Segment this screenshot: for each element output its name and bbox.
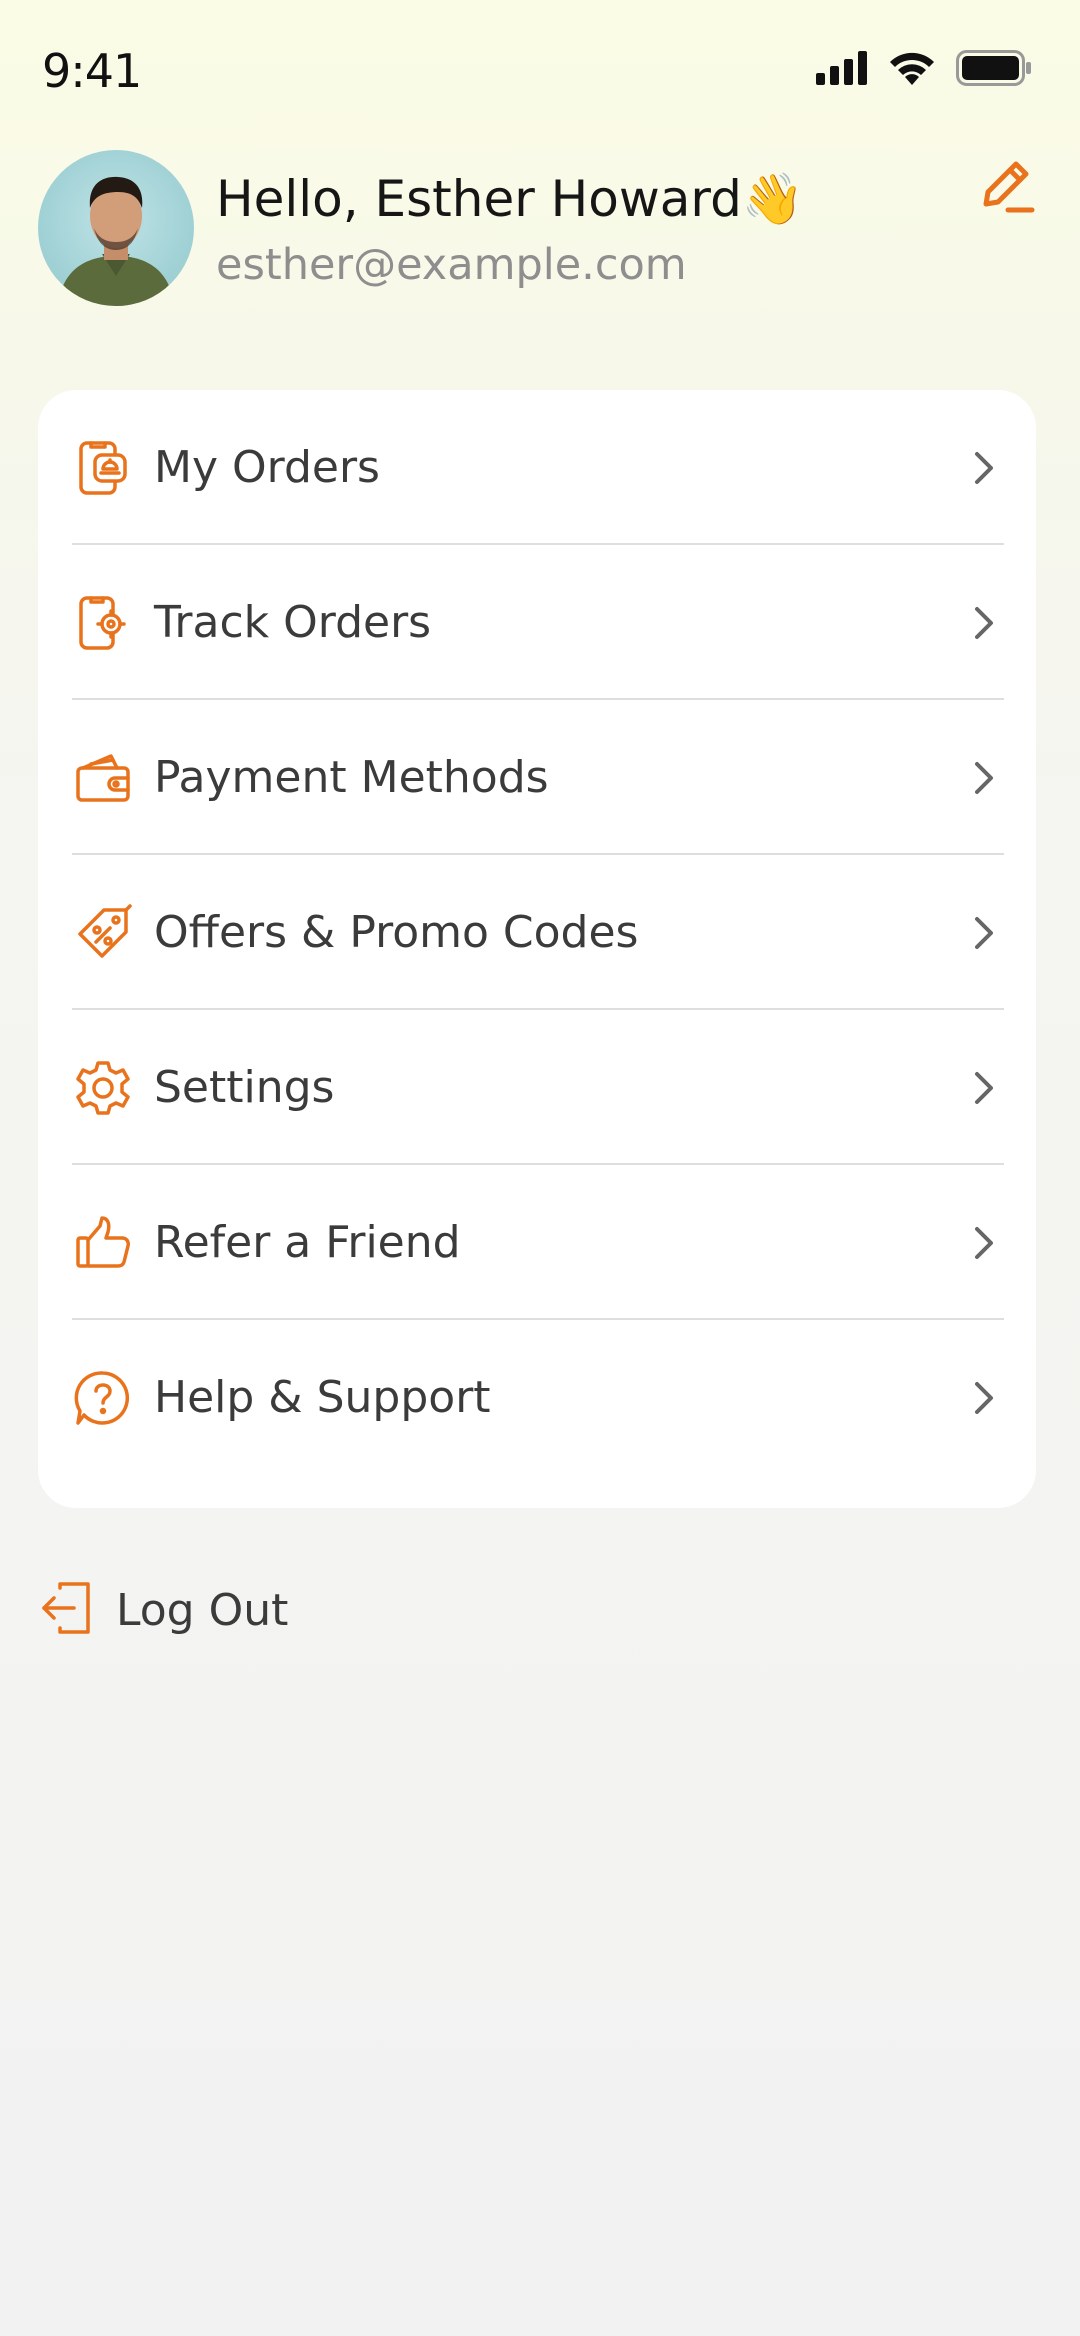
- chevron-right-icon: [964, 603, 1004, 643]
- wifi-icon: [888, 51, 936, 85]
- thumbs-up-icon: [74, 1214, 132, 1272]
- chevron-right-icon: [964, 758, 1004, 798]
- menu-card: My Orders Track Orders Payment Methods O…: [38, 390, 1036, 1508]
- greeting-text: Hello, Esther Howard👋: [216, 170, 805, 228]
- menu-item-my-orders[interactable]: My Orders: [72, 390, 1004, 545]
- pencil-icon: [978, 158, 1036, 220]
- chevron-right-icon: [964, 913, 1004, 953]
- battery-icon: [956, 50, 1032, 86]
- logout-icon: [38, 1580, 94, 1640]
- status-time: 9:41: [42, 44, 142, 98]
- menu-item-label: Settings: [154, 1062, 335, 1113]
- menu-item-payment-methods[interactable]: Payment Methods: [72, 700, 1004, 855]
- menu-item-settings[interactable]: Settings: [72, 1010, 1004, 1165]
- menu-item-label: My Orders: [154, 442, 380, 493]
- avatar[interactable]: [38, 150, 194, 306]
- profile-header: Hello, Esther Howard👋 esther@example.com: [38, 150, 1048, 310]
- phone-bag-icon: [74, 439, 132, 497]
- menu-item-refer-a-friend[interactable]: Refer a Friend: [72, 1165, 1004, 1320]
- menu-item-label: Refer a Friend: [154, 1217, 461, 1268]
- email-text: esther@example.com: [216, 240, 687, 290]
- menu-item-help-support[interactable]: Help & Support: [72, 1320, 1004, 1475]
- edit-profile-button[interactable]: [972, 154, 1042, 224]
- phone-location-icon: [74, 594, 132, 652]
- logout-label: Log Out: [116, 1584, 289, 1636]
- menu-item-label: Payment Methods: [154, 752, 549, 803]
- logout-button[interactable]: Log Out: [38, 1580, 288, 1640]
- status-icons: [816, 50, 1032, 86]
- menu-item-offers-promo-codes[interactable]: Offers & Promo Codes: [72, 855, 1004, 1010]
- chevron-right-icon: [964, 1378, 1004, 1418]
- menu-item-label: Track Orders: [154, 597, 432, 648]
- status-bar: 9:41: [0, 0, 1080, 140]
- wallet-icon: [74, 749, 132, 807]
- menu-item-label: Help & Support: [154, 1372, 491, 1423]
- discount-tag-icon: [74, 903, 132, 962]
- chevron-right-icon: [964, 448, 1004, 488]
- chevron-right-icon: [964, 1068, 1004, 1108]
- help-question-icon: [74, 1369, 132, 1427]
- menu-item-label: Offers & Promo Codes: [154, 907, 639, 958]
- gear-icon: [74, 1059, 132, 1117]
- menu-item-track-orders[interactable]: Track Orders: [72, 545, 1004, 700]
- chevron-right-icon: [964, 1223, 1004, 1263]
- cellular-signal-icon: [816, 51, 868, 85]
